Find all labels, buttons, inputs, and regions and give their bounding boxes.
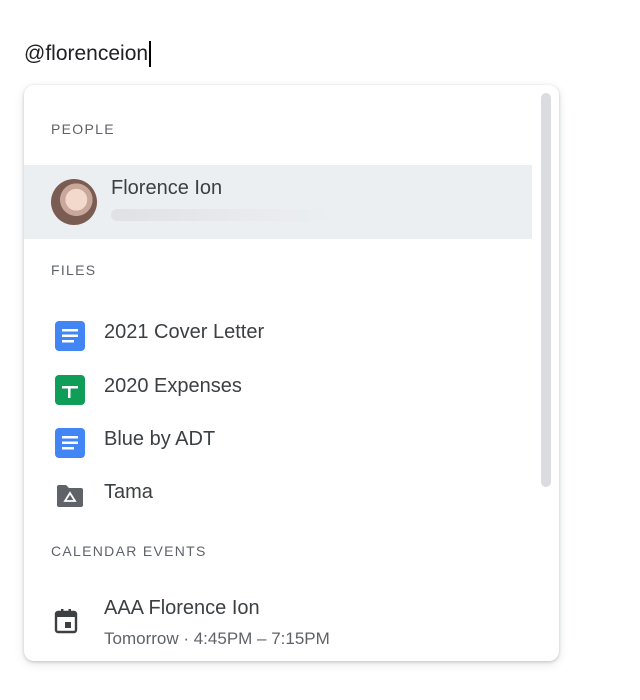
- files-section-header: FILES: [51, 262, 97, 278]
- file-item-blue-by-adt[interactable]: Blue by ADT: [24, 414, 532, 464]
- docs-icon: [54, 427, 86, 459]
- file-item-tama[interactable]: Tama: [24, 467, 532, 517]
- file-label: Blue by ADT: [104, 428, 216, 450]
- person-email-redacted: [111, 209, 341, 221]
- person-suggestion-florence-ion[interactable]: Florence Ion: [24, 165, 532, 239]
- file-label: 2021 Cover Letter: [104, 321, 265, 343]
- mention-input-text: @florenceion: [24, 42, 149, 65]
- popup-scrollbar[interactable]: [541, 93, 551, 487]
- calendar-events-section-header: CALENDAR EVENTS: [51, 543, 207, 559]
- calendar-event-aaa-florence-ion[interactable]: AAA Florence Ion Tomorrow · 4:45PM – 7:1…: [24, 585, 532, 655]
- person-name: Florence Ion: [111, 177, 223, 199]
- mention-input[interactable]: @florenceion: [24, 40, 152, 68]
- smart-chip-suggestion-popup: PEOPLE Florence Ion FILES 2021 Cover Let…: [24, 85, 559, 661]
- docs-icon: [54, 320, 86, 352]
- calendar-icon: [52, 607, 80, 635]
- event-time: Tomorrow · 4:45PM – 7:15PM: [104, 629, 330, 648]
- event-title: AAA Florence Ion: [104, 597, 260, 619]
- shared-drive-folder-icon: [54, 480, 86, 512]
- file-label: 2020 Expenses: [104, 375, 242, 397]
- file-item-2020-expenses[interactable]: 2020 Expenses: [24, 361, 532, 411]
- avatar: [51, 179, 97, 225]
- text-caret: [149, 41, 152, 67]
- people-section-header: PEOPLE: [51, 121, 115, 137]
- file-item-2021-cover-letter[interactable]: 2021 Cover Letter: [24, 307, 532, 357]
- sheets-icon: [54, 374, 86, 406]
- file-label: Tama: [104, 481, 153, 503]
